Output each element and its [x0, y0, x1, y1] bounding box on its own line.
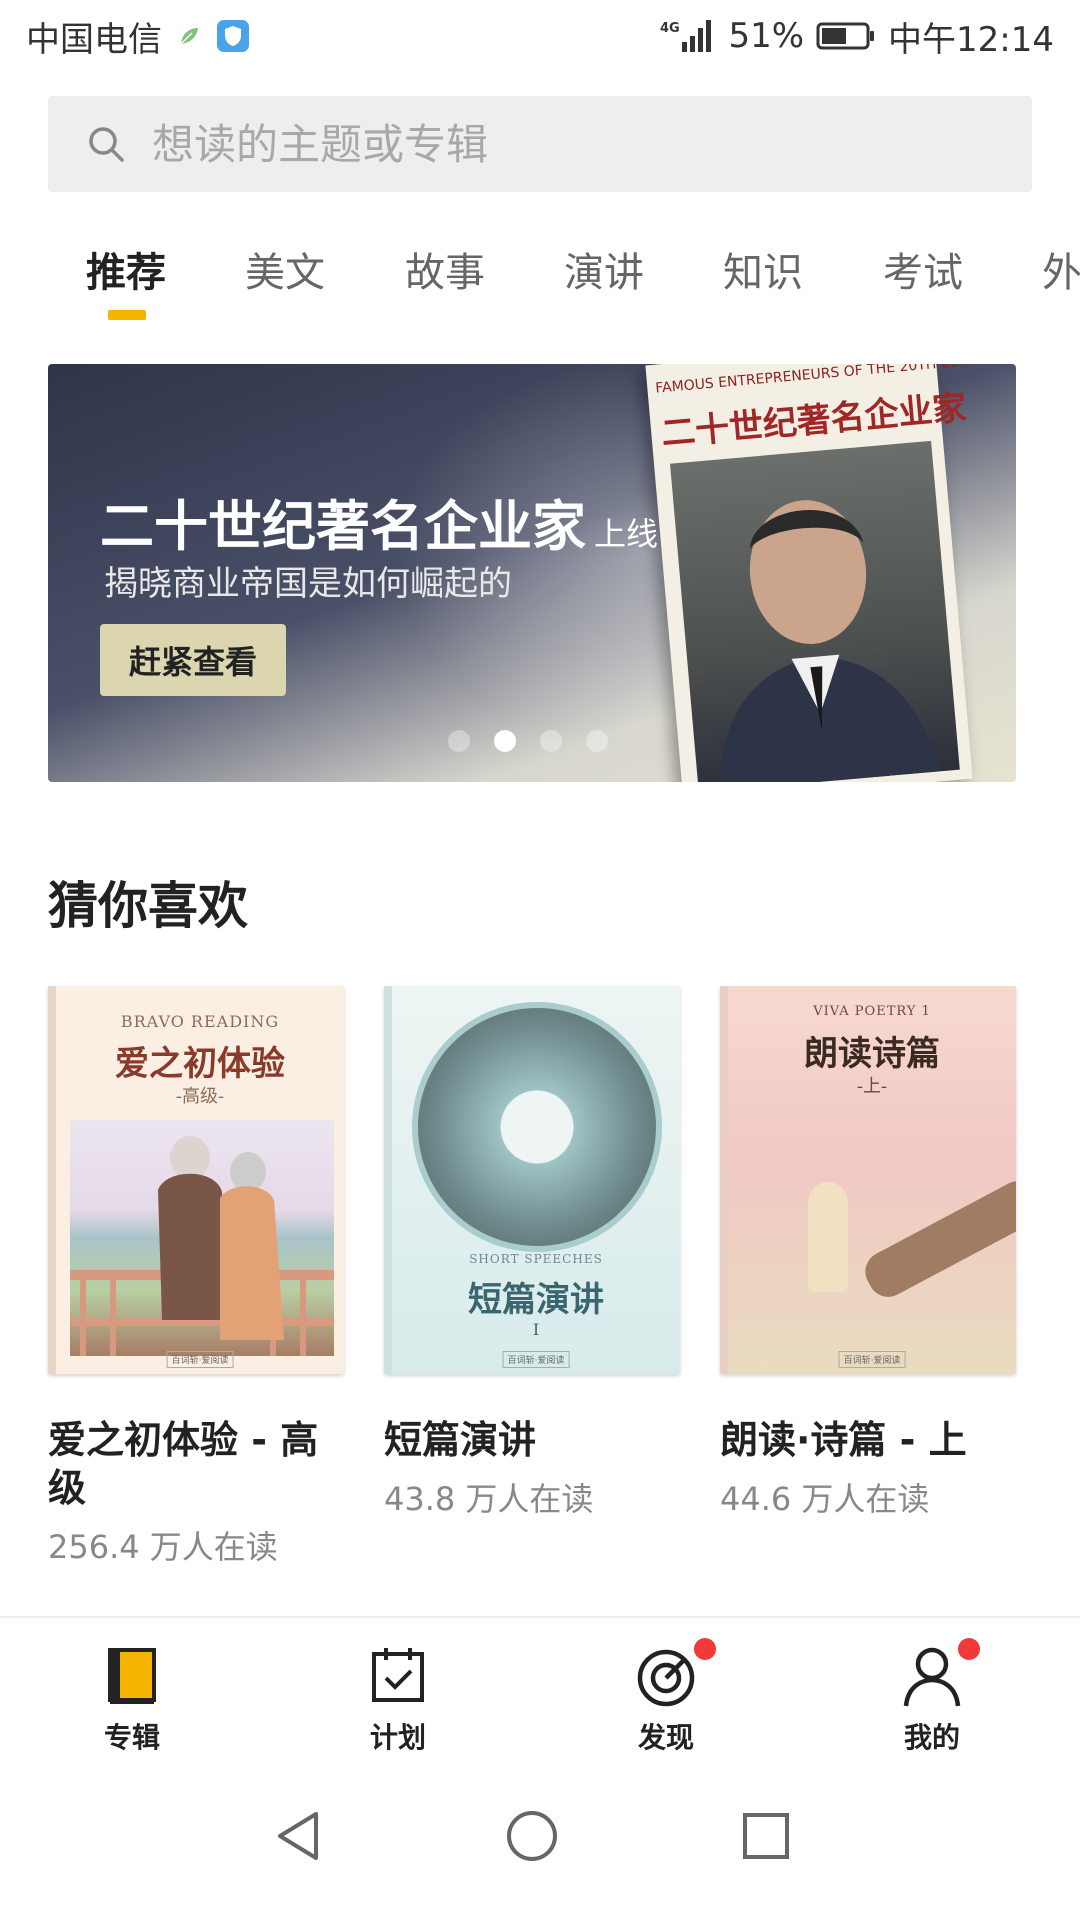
album-cover[interactable]: BRAVO READING 爱之初体验 -高级- 百词斩·爱阅读	[48, 986, 344, 1374]
nav-label: 我的	[903, 1721, 960, 1754]
search-box[interactable]	[48, 96, 1032, 192]
girl-reading-illustration	[808, 1182, 848, 1292]
clock: 中午12:14	[888, 19, 1054, 60]
tree-branch-illustration	[858, 1174, 1016, 1304]
cover-en-title: BRAVO READING	[120, 1012, 280, 1031]
cover-cn-title: 爱之初体验	[115, 1044, 285, 1084]
album-readers: 256.4 万人在读	[48, 1528, 278, 1566]
banner-view-button[interactable]: 赶紧查看	[100, 624, 286, 696]
tab-recommend[interactable]: 推荐	[86, 240, 166, 298]
battery-percent: 51%	[728, 16, 805, 56]
search-input[interactable]	[152, 119, 952, 169]
banner-title: 二十世纪著名企业家 上线	[100, 482, 658, 561]
tab-knowledge[interactable]: 知识	[723, 240, 803, 298]
back-icon[interactable]	[270, 1808, 326, 1864]
status-right: 4G 51% 中午12:14	[660, 12, 1054, 61]
tab-speeches[interactable]: 演讲	[564, 240, 644, 298]
calendar-check-icon	[366, 1644, 430, 1708]
album-cover[interactable]: SHORT SPEECHES 短篇演讲 I 百词斩·爱阅读	[384, 986, 680, 1374]
carrier-label: 中国电信	[26, 19, 162, 60]
cover-brand: 百词斩·爱阅读	[502, 1351, 570, 1368]
banner-title-text: 二十世纪著名企业家	[100, 495, 586, 558]
network-type-label: 4G	[660, 21, 680, 36]
target-icon	[634, 1638, 716, 1708]
album-title[interactable]: 爱之初体验 - 高级	[48, 1416, 344, 1512]
system-nav-bar	[0, 1770, 1080, 1920]
section-title: 猜你喜欢	[48, 877, 248, 935]
album-card[interactable]: BRAVO READING 爱之初体验 -高级- 百词斩·爱阅读 爱之初体验 -…	[48, 986, 344, 1568]
status-left: 中国电信	[26, 12, 250, 61]
cover-brand: 百词斩·爱阅读	[838, 1351, 906, 1368]
tab-exams[interactable]: 考试	[883, 240, 963, 298]
album-readers: 43.8 万人在读	[384, 1480, 594, 1518]
cover-brand: 百词斩·爱阅读	[166, 1351, 234, 1368]
nav-albums[interactable]: 专辑	[72, 1644, 192, 1756]
album-card[interactable]: SHORT SPEECHES 短篇演讲 I 百词斩·爱阅读 短篇演讲 43.8 …	[384, 986, 680, 1520]
cover-cn-title: 短篇演讲	[468, 1280, 604, 1320]
cover-subtitle: -上-	[856, 1076, 888, 1097]
banner-dot-active[interactable]	[494, 730, 516, 752]
search-icon	[89, 127, 124, 162]
album-card[interactable]: VIVA POETRY 1 朗读诗篇 -上- 百词斩·爱阅读 朗读·诗篇 - 上…	[720, 986, 1016, 1520]
bottom-nav: 专辑 计划 发现 我的	[0, 1618, 1080, 1758]
album-readers: 44.6 万人在读	[720, 1480, 930, 1518]
signal-icon: 4G	[660, 20, 712, 52]
cover-subtitle: -高级-	[175, 1086, 225, 1107]
status-bar: 中国电信 4G 51% 中午12:14	[0, 0, 1080, 72]
portrait-image	[670, 440, 960, 782]
couple-illustration	[70, 1136, 334, 1356]
tab-active-indicator	[108, 310, 146, 320]
portrait-illustration	[718, 500, 940, 782]
cover-en-title: SHORT SPEECHES	[469, 1252, 603, 1266]
banner-dot[interactable]	[448, 730, 470, 752]
nav-me[interactable]: 我的	[872, 1638, 992, 1756]
nav-discover[interactable]: 发现	[606, 1638, 726, 1756]
nav-label: 专辑	[103, 1721, 160, 1754]
recents-icon[interactable]	[738, 1808, 794, 1864]
cover-en-title: VIVA POETRY 1	[813, 1004, 931, 1019]
banner-subtitle: 揭晓商业帝国是如何崛起的	[104, 564, 512, 604]
album-cover[interactable]: VIVA POETRY 1 朗读诗篇 -上- 百词斩·爱阅读	[720, 986, 1016, 1374]
cover-illustration	[70, 1120, 334, 1356]
cover-subtitle: I	[532, 1320, 540, 1339]
tab-essays[interactable]: 美文	[245, 240, 325, 298]
cover-cn-title: 朗读诗篇	[804, 1034, 940, 1074]
nav-plan[interactable]: 计划	[338, 1644, 458, 1756]
book-icon	[100, 1644, 164, 1708]
banner-title-suffix: 上线	[594, 515, 659, 553]
banner-book-cover: FAMOUS ENTREPRENEURS OF THE 20TH CENTURY…	[645, 364, 1006, 782]
leaf-icon	[180, 28, 198, 45]
category-tabs: 推荐 美文 故事 演讲 知识 考试 外	[0, 232, 1080, 328]
speakers-collage	[412, 1002, 662, 1252]
promo-banner[interactable]: FAMOUS ENTREPRENEURS OF THE 20TH CENTURY…	[48, 364, 1016, 782]
tab-stories[interactable]: 故事	[405, 240, 485, 298]
battery-icon	[816, 22, 875, 50]
home-icon[interactable]	[504, 1808, 560, 1864]
banner-pagination	[448, 730, 608, 752]
banner-dot[interactable]	[586, 730, 608, 752]
me-badge	[958, 1638, 980, 1660]
banner-dot[interactable]	[540, 730, 562, 752]
album-title[interactable]: 朗读·诗篇 - 上	[720, 1416, 1016, 1464]
user-icon	[900, 1638, 980, 1708]
nav-label: 计划	[369, 1721, 426, 1754]
nav-label: 发现	[637, 1721, 694, 1754]
shield-icon	[217, 20, 249, 52]
album-title[interactable]: 短篇演讲	[384, 1416, 680, 1464]
tab-foreign[interactable]: 外	[1042, 240, 1080, 298]
discover-badge	[694, 1638, 716, 1660]
